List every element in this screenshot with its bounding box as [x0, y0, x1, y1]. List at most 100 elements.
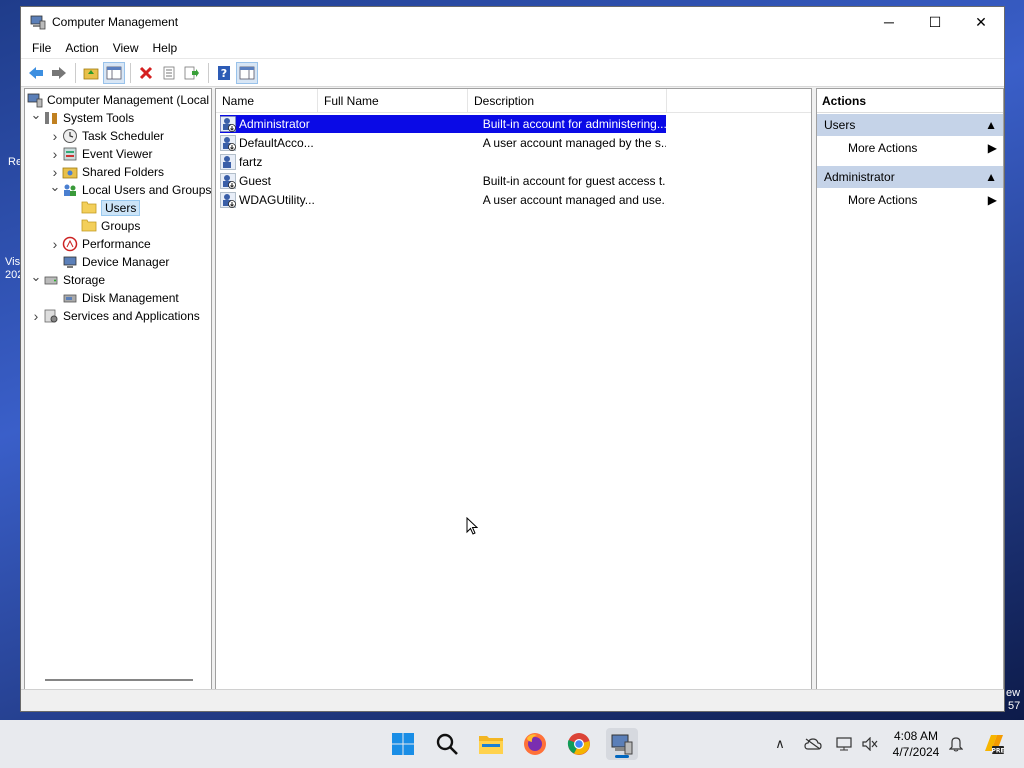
disabled-user-icon	[220, 135, 236, 151]
user-row[interactable]: WDAGUtility... A user account managed and…	[220, 191, 666, 209]
storage-icon	[43, 272, 59, 288]
firefox-icon[interactable]	[519, 728, 551, 760]
tree-item-services-and-applications[interactable]: › Services and Applications	[29, 307, 200, 325]
tree-item-storage[interactable]: ⌄ Storage	[29, 269, 105, 289]
actions-title: Actions	[817, 89, 1003, 113]
maximize-button[interactable]: ☐	[912, 7, 958, 37]
expanded-chevron-icon[interactable]: ⌄	[29, 107, 43, 123]
tree-item-label: Users	[101, 200, 141, 216]
device-manager-icon	[62, 254, 78, 270]
disabled-user-icon	[220, 173, 236, 189]
taskbar-clock[interactable]: 4:08 AM 4/7/2024	[884, 728, 948, 760]
shared-folder-icon	[62, 164, 78, 180]
users-list-pane: Name Full Name Description Administrator…	[215, 88, 812, 690]
user-name-cell: WDAGUtility...	[239, 193, 315, 207]
column-header-description[interactable]: Description	[468, 89, 667, 112]
user-row[interactable]: Administrator Built-in account for admini…	[220, 115, 666, 133]
user-row[interactable]: Guest Built-in account for guest access t…	[220, 172, 666, 190]
window-title: Computer Management	[52, 15, 179, 29]
folder-icon	[81, 200, 97, 216]
chrome-icon[interactable]	[563, 728, 595, 760]
tree-item-label: Disk Management	[82, 291, 179, 305]
up-folder-icon[interactable]	[80, 62, 102, 84]
actions-pane: Actions Users ▲ More Actions ▶ Administr…	[816, 88, 1004, 690]
network-icon[interactable]	[834, 734, 854, 754]
collapsed-chevron-icon[interactable]: ›	[48, 236, 62, 252]
tree-root-label: Computer Management (Local	[47, 93, 210, 107]
actions-section-users[interactable]: Users ▲	[817, 114, 1003, 136]
collapsed-chevron-icon[interactable]: ›	[48, 164, 62, 180]
tree-item-label: Shared Folders	[82, 165, 165, 179]
file-explorer-icon[interactable]	[475, 728, 507, 760]
clock-date: 4/7/2024	[892, 745, 940, 759]
copilot-preview-icon[interactable]: PRE	[980, 734, 1006, 755]
action-more-actions[interactable]: More Actions ▶	[817, 136, 1003, 160]
desktop-text-fragment: Vis	[5, 256, 21, 268]
tree-item-performance[interactable]: › Performance	[48, 235, 151, 253]
user-description-cell: Built-in account for guest access t...	[482, 174, 666, 188]
column-header-full-name[interactable]: Full Name	[318, 89, 468, 112]
computer-management-window: Computer Management ─ ☐ ✕ File Action Vi…	[20, 6, 1005, 712]
tree-item-system-tools[interactable]: ⌄ System Tools	[29, 107, 135, 127]
tree-root[interactable]: Computer Management (Local	[27, 91, 209, 109]
tree-item-label: Services and Applications	[63, 309, 200, 323]
list-header: Name Full Name Description	[216, 89, 811, 113]
actions-section-label: Users	[824, 118, 856, 132]
user-row[interactable]: DefaultAcco... A user account managed by …	[220, 134, 666, 152]
tree-item-task-scheduler[interactable]: › Task Scheduler	[48, 127, 164, 145]
properties-icon[interactable]	[158, 62, 180, 84]
status-bar	[21, 689, 1004, 711]
title-bar[interactable]: Computer Management ─ ☐ ✕	[21, 7, 1004, 37]
collapsed-chevron-icon[interactable]: ›	[48, 146, 62, 162]
tree-item-event-viewer[interactable]: › Event Viewer	[48, 145, 153, 163]
expanded-chevron-icon[interactable]: ⌄	[48, 179, 62, 195]
menu-file[interactable]: File	[25, 41, 58, 55]
menu-view[interactable]: View	[106, 41, 146, 55]
notification-bell-icon[interactable]	[946, 734, 966, 754]
desktop-text-fragment: 57	[1008, 700, 1021, 712]
user-description-cell: A user account managed and use...	[482, 193, 666, 207]
user-name-cell: DefaultAcco...	[239, 136, 314, 150]
show-hide-action-pane-icon[interactable]	[236, 61, 258, 84]
volume-muted-icon[interactable]	[860, 734, 880, 754]
column-header-name[interactable]: Name	[216, 89, 318, 112]
tree-item-device-manager[interactable]: Device Manager	[48, 253, 169, 271]
delete-icon[interactable]	[135, 62, 157, 84]
user-icon	[220, 154, 236, 170]
tree-horizontal-scrollbar[interactable]	[45, 679, 193, 681]
show-hidden-icons-chevron-icon[interactable]: ∧	[770, 734, 790, 754]
menu-help[interactable]: Help	[146, 41, 185, 55]
expanded-chevron-icon[interactable]: ⌄	[29, 269, 43, 285]
svg-text:?: ?	[221, 67, 227, 80]
user-description-cell: Built-in account for administering...	[482, 117, 666, 131]
actions-section-administrator[interactable]: Administrator ▲	[817, 166, 1003, 188]
tools-icon	[43, 110, 59, 126]
tree-item-users[interactable]: Users	[67, 199, 141, 217]
user-row[interactable]: fartz	[220, 153, 666, 171]
action-more-actions[interactable]: More Actions ▶	[817, 188, 1003, 212]
help-icon[interactable]: ?	[213, 62, 235, 84]
minimize-button[interactable]: ─	[866, 7, 912, 37]
show-hide-tree-icon[interactable]	[103, 61, 125, 84]
onedrive-icon[interactable]	[803, 734, 823, 754]
search-icon[interactable]	[431, 728, 463, 760]
tree-item-label: Local Users and Groups	[82, 183, 212, 197]
actions-section-label: Administrator	[824, 170, 895, 184]
tree-item-groups[interactable]: Groups	[67, 217, 140, 235]
menu-action[interactable]: Action	[58, 41, 105, 55]
submenu-arrow-icon: ▶	[987, 141, 997, 155]
windows-start-icon[interactable]	[387, 728, 419, 760]
collapse-arrow-icon[interactable]: ▲	[985, 118, 997, 132]
collapsed-chevron-icon[interactable]: ›	[29, 308, 43, 324]
tree-item-disk-management[interactable]: Disk Management	[48, 289, 179, 307]
forward-icon[interactable]	[48, 62, 70, 84]
back-icon[interactable]	[25, 62, 47, 84]
performance-icon	[62, 236, 78, 252]
collapsed-chevron-icon[interactable]: ›	[48, 128, 62, 144]
tree-item-shared-folders[interactable]: › Shared Folders	[48, 163, 164, 181]
computer-management-icon[interactable]	[606, 728, 638, 760]
close-button[interactable]: ✕	[958, 7, 1004, 37]
export-list-icon[interactable]	[181, 62, 203, 84]
tree-item-local-users-and-groups[interactable]: ⌄ Local Users and Groups	[48, 179, 212, 199]
collapse-arrow-icon[interactable]: ▲	[985, 170, 997, 184]
